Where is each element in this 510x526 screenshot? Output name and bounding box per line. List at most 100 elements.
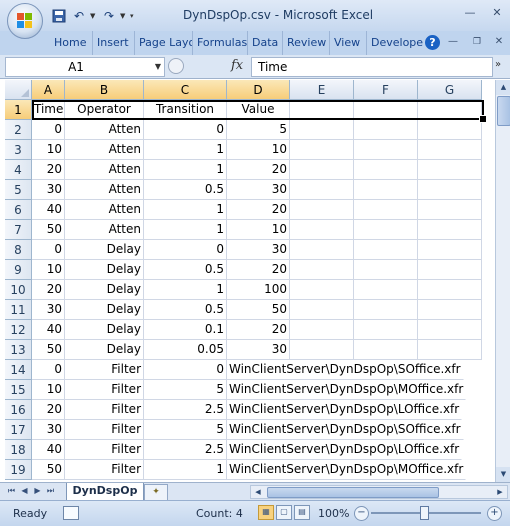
chevron-down-icon[interactable]: ▼	[155, 62, 161, 71]
cell-b15[interactable]: Filter	[65, 380, 144, 400]
first-sheet-icon[interactable]: ⏮	[6, 486, 17, 498]
cell-b12[interactable]: Delay	[65, 320, 144, 340]
last-sheet-icon[interactable]: ⏭	[45, 486, 56, 498]
column-header-f[interactable]: F	[354, 80, 418, 100]
scroll-down-icon[interactable]: ▼	[496, 467, 510, 482]
tab-formulas[interactable]: Formulas	[193, 31, 248, 55]
cell-c12[interactable]: 0.1	[144, 320, 227, 340]
column-header-a[interactable]: A	[32, 80, 65, 100]
tab-home[interactable]: Home	[50, 31, 93, 55]
cell-b16[interactable]: Filter	[65, 400, 144, 420]
row-header-14[interactable]: 14	[5, 360, 32, 380]
select-all-button[interactable]	[5, 80, 32, 100]
zoom-slider-thumb[interactable]	[420, 506, 429, 520]
cell-c11[interactable]: 0.5	[144, 300, 227, 320]
scroll-left-icon[interactable]: ◀	[251, 486, 265, 498]
tab-view[interactable]: View	[330, 31, 367, 55]
column-header-b[interactable]: B	[65, 80, 144, 100]
column-header-c[interactable]: C	[144, 80, 227, 100]
cell-f7[interactable]	[354, 220, 418, 240]
cell-a13[interactable]: 50	[32, 340, 65, 360]
normal-view-icon[interactable]: ▦	[258, 505, 274, 520]
redo-icon[interactable]: ↷	[100, 8, 118, 24]
row-header-13[interactable]: 13	[5, 340, 32, 360]
cell-f3[interactable]	[354, 140, 418, 160]
cell-c4[interactable]: 1	[144, 160, 227, 180]
cell-b10[interactable]: Delay	[65, 280, 144, 300]
cell-c1[interactable]: Transition	[144, 100, 227, 120]
cell-d14[interactable]: WinClientServer\DynDspOp\SOffice.xfr	[227, 360, 464, 380]
column-header-d[interactable]: D	[227, 80, 290, 100]
cell-a5[interactable]: 30	[32, 180, 65, 200]
cell-a3[interactable]: 10	[32, 140, 65, 160]
cell-b2[interactable]: Atten	[65, 120, 144, 140]
redo-dropdown-icon[interactable]: ▼	[120, 12, 128, 20]
macro-recording-icon[interactable]	[63, 506, 79, 520]
cell-c13[interactable]: 0.05	[144, 340, 227, 360]
help-icon[interactable]: ?	[425, 35, 440, 50]
cell-g9[interactable]	[418, 260, 482, 280]
next-sheet-icon[interactable]: ▶	[32, 486, 43, 498]
cell-a9[interactable]: 10	[32, 260, 65, 280]
cell-c5[interactable]: 0.5	[144, 180, 227, 200]
cell-a7[interactable]: 50	[32, 220, 65, 240]
cell-e12[interactable]	[290, 320, 354, 340]
cell-a12[interactable]: 40	[32, 320, 65, 340]
formula-input[interactable]: Time	[251, 57, 493, 77]
cell-a14[interactable]: 0	[32, 360, 65, 380]
cell-g3[interactable]	[418, 140, 482, 160]
column-header-e[interactable]: E	[290, 80, 354, 100]
cell-d3[interactable]: 10	[227, 140, 290, 160]
ribbon-restore-icon[interactable]: ❐	[470, 35, 484, 49]
cell-d16[interactable]: WinClientServer\DynDspOp\LOffice.xfr	[227, 400, 463, 420]
cell-d11[interactable]: 50	[227, 300, 290, 320]
cell-c15[interactable]: 5	[144, 380, 227, 400]
cell-b19[interactable]: Filter	[65, 460, 144, 480]
scroll-up-icon[interactable]: ▲	[496, 80, 510, 95]
cell-b4[interactable]: Atten	[65, 160, 144, 180]
fx-icon[interactable]: fx	[231, 58, 243, 73]
cell-c19[interactable]: 1	[144, 460, 227, 480]
cell-c3[interactable]: 1	[144, 140, 227, 160]
cell-f5[interactable]	[354, 180, 418, 200]
cell-b17[interactable]: Filter	[65, 420, 144, 440]
row-header-5[interactable]: 5	[5, 180, 32, 200]
name-box[interactable]: A1 ▼	[5, 57, 165, 77]
cell-c2[interactable]: 0	[144, 120, 227, 140]
cell-d4[interactable]: 20	[227, 160, 290, 180]
vertical-scroll-thumb[interactable]	[497, 96, 510, 126]
cell-a19[interactable]: 50	[32, 460, 65, 480]
row-header-12[interactable]: 12	[5, 320, 32, 340]
row-header-17[interactable]: 17	[5, 420, 32, 440]
cell-e10[interactable]	[290, 280, 354, 300]
cell-d2[interactable]: 5	[227, 120, 290, 140]
cell-e3[interactable]	[290, 140, 354, 160]
cell-c10[interactable]: 1	[144, 280, 227, 300]
workbook-close-icon[interactable]: ✕	[492, 35, 506, 49]
row-header-19[interactable]: 19	[5, 460, 32, 480]
zoom-level[interactable]: 100%	[318, 507, 349, 520]
cell-g5[interactable]	[418, 180, 482, 200]
cell-c16[interactable]: 2.5	[144, 400, 227, 420]
close-button[interactable]: ✕	[489, 5, 505, 21]
column-header-g[interactable]: G	[418, 80, 482, 100]
row-header-6[interactable]: 6	[5, 200, 32, 220]
cell-c18[interactable]: 2.5	[144, 440, 227, 460]
insert-worksheet-icon[interactable]: ✦	[144, 484, 168, 501]
zoom-out-icon[interactable]: −	[354, 506, 369, 521]
cell-f11[interactable]	[354, 300, 418, 320]
cell-f1[interactable]	[354, 100, 418, 120]
cell-a2[interactable]: 0	[32, 120, 65, 140]
cell-a15[interactable]: 10	[32, 380, 65, 400]
expand-formula-bar-icon[interactable]: »	[495, 59, 501, 70]
row-header-18[interactable]: 18	[5, 440, 32, 460]
cell-b11[interactable]: Delay	[65, 300, 144, 320]
cell-b8[interactable]: Delay	[65, 240, 144, 260]
cell-b5[interactable]: Atten	[65, 180, 144, 200]
cell-b14[interactable]: Filter	[65, 360, 144, 380]
cell-b18[interactable]: Filter	[65, 440, 144, 460]
cell-a1[interactable]: Time	[32, 100, 65, 120]
undo-icon[interactable]: ↶	[70, 8, 88, 24]
minimize-button[interactable]: —	[462, 5, 478, 21]
cell-e7[interactable]	[290, 220, 354, 240]
